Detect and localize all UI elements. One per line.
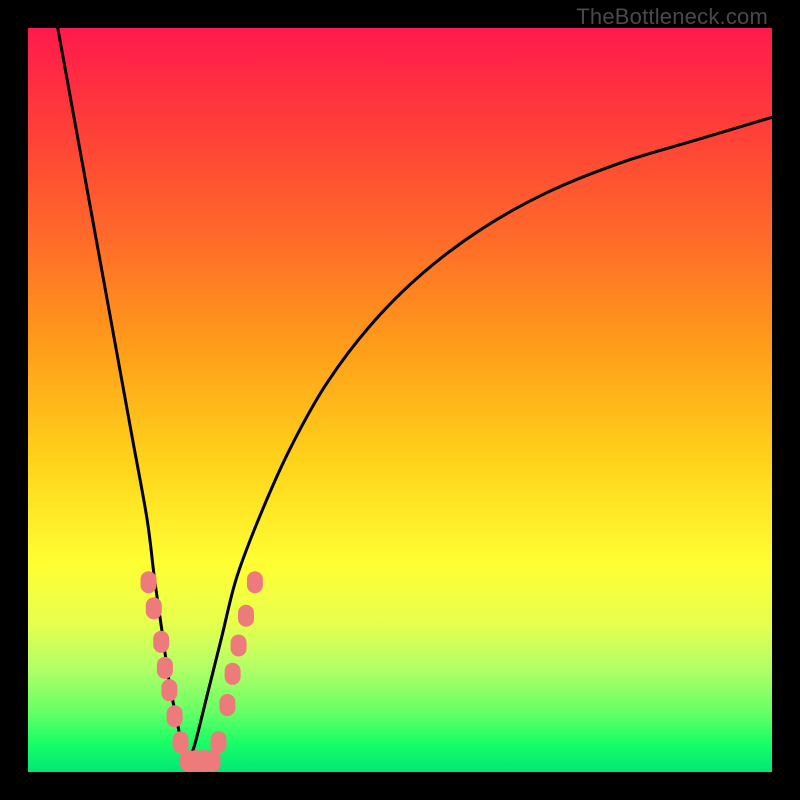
annotation-dots [141,571,263,772]
annotation-dot [167,705,183,727]
annotation-dot [141,571,157,593]
annotation-dot [157,657,173,679]
annotation-dot [247,571,263,593]
annotation-dot [146,597,162,619]
annotation-dot [225,663,241,685]
annotation-dot [173,731,189,753]
annotation-dot [161,679,177,701]
annotation-dot [153,631,169,653]
chart-plot-area [28,28,772,772]
annotation-dot [210,731,226,753]
curve-left [58,28,188,765]
watermark-text: TheBottleneck.com [576,4,768,30]
annotation-dot [231,635,247,657]
chart-svg [28,28,772,772]
curve-right [188,117,772,764]
annotation-dot [219,694,235,716]
chart-frame: TheBottleneck.com [0,0,800,800]
annotation-dot [238,605,254,627]
